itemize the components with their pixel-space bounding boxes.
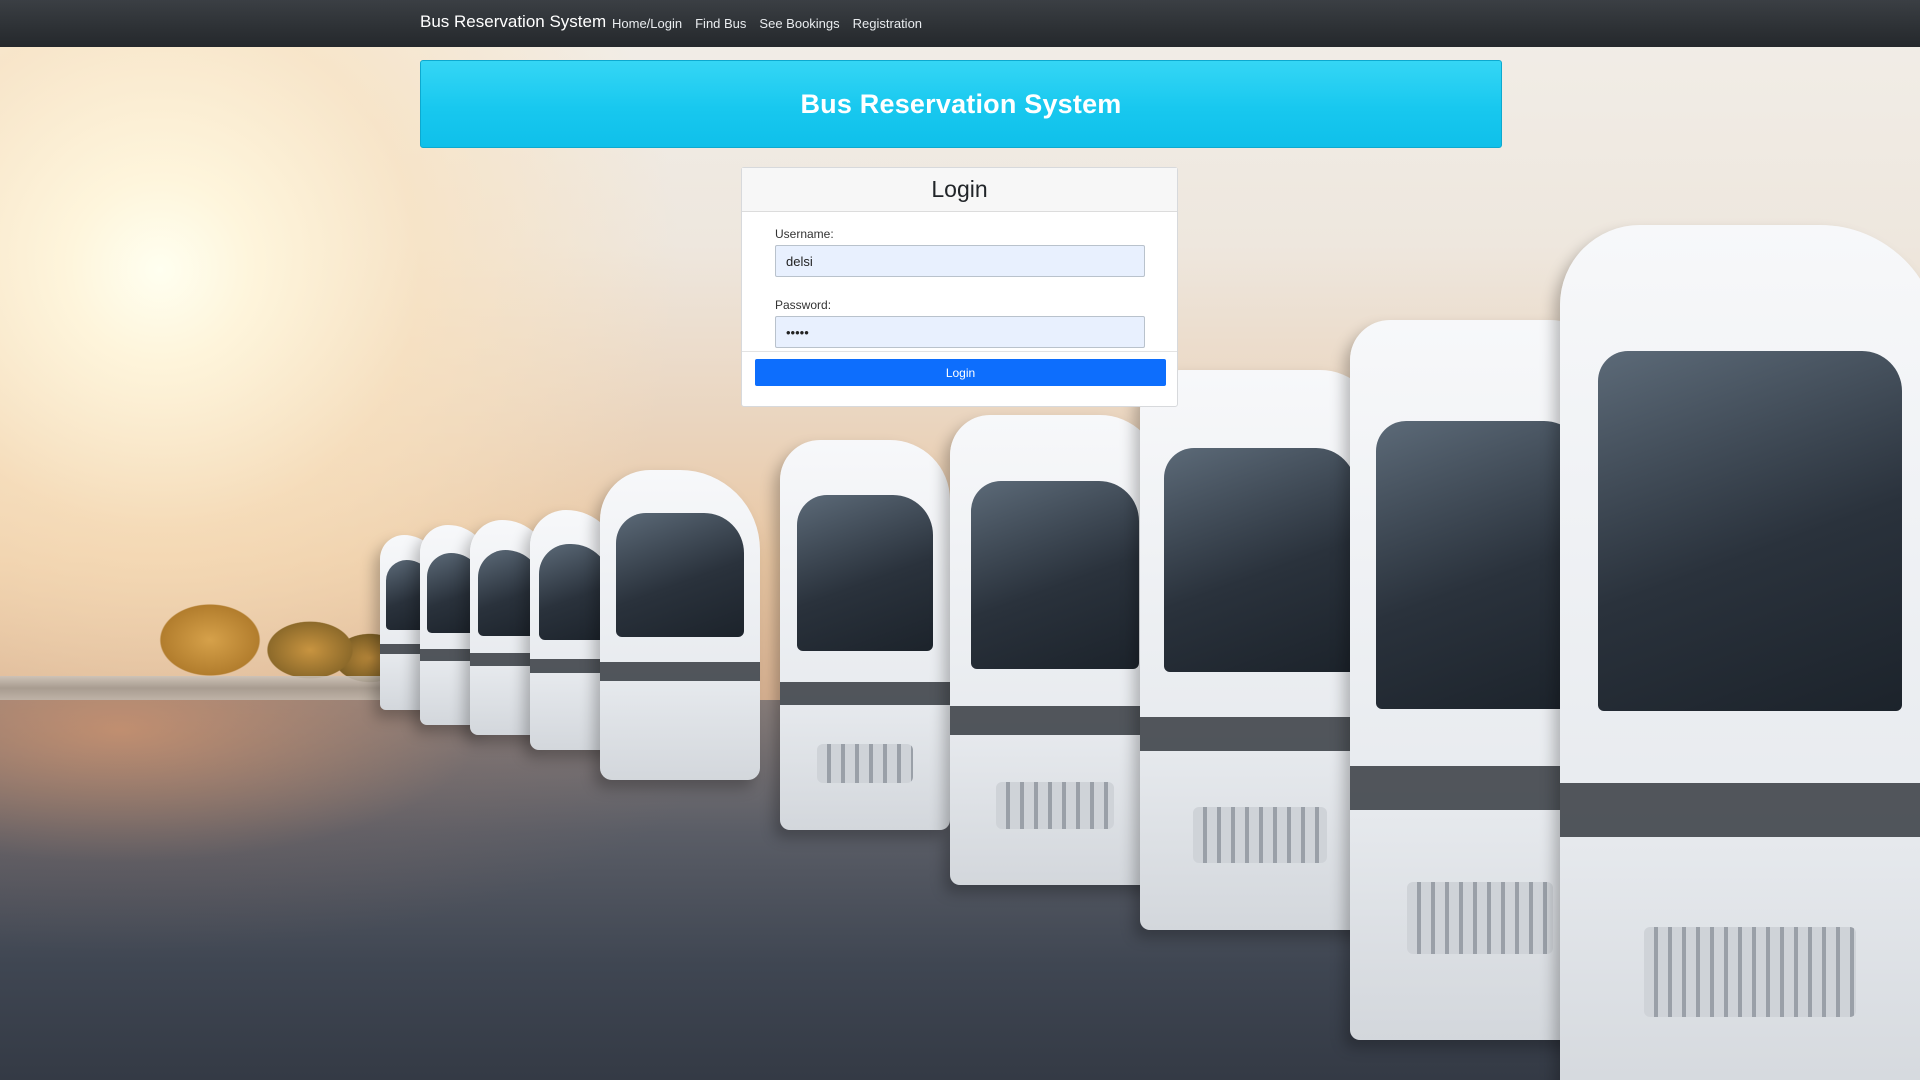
distant-trees <box>100 580 400 690</box>
bus <box>950 415 1160 885</box>
login-card-footer: Login <box>742 352 1177 386</box>
login-card: Login Username: Password: Login <box>741 167 1178 407</box>
background-photo <box>0 0 1920 1080</box>
top-navbar: Bus Reservation System Home/Login Find B… <box>0 0 1920 47</box>
password-input[interactable] <box>775 316 1145 348</box>
login-form: Username: Password: <box>742 212 1177 352</box>
bus <box>1560 225 1920 1080</box>
bus <box>1140 370 1380 930</box>
navbar-brand[interactable]: Bus Reservation System <box>420 12 606 32</box>
header-banner: Bus Reservation System <box>420 60 1502 148</box>
banner-title: Bus Reservation System <box>800 88 1122 119</box>
bus <box>780 440 950 830</box>
nav-links: Home/Login Find Bus See Bookings Registr… <box>612 0 935 47</box>
nav-link-see-bookings[interactable]: See Bookings <box>759 16 839 31</box>
nav-link-find-bus[interactable]: Find Bus <box>695 16 746 31</box>
bus <box>600 470 760 780</box>
nav-link-registration[interactable]: Registration <box>853 16 922 31</box>
nav-link-home-login[interactable]: Home/Login <box>612 16 682 31</box>
login-card-header: Login <box>742 168 1177 212</box>
login-title: Login <box>931 176 988 202</box>
login-button[interactable]: Login <box>755 359 1166 386</box>
password-label: Password: <box>775 298 832 312</box>
username-input[interactable] <box>775 245 1145 277</box>
guard-rail <box>0 676 420 700</box>
username-label: Username: <box>775 227 834 241</box>
